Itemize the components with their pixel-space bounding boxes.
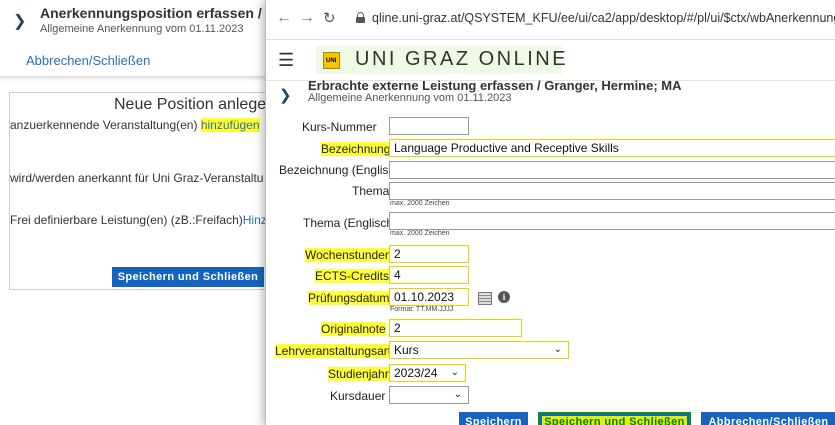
chevron-down-icon: ⌄ xyxy=(450,367,459,378)
forward-arrow-icon[interactable]: → xyxy=(299,9,315,27)
ects-credits-label: ECTS-Credits xyxy=(315,269,390,283)
add-course-link[interactable]: hinzufügen xyxy=(200,118,260,132)
kursdauer-label: Kursdauer xyxy=(330,389,386,403)
ects-credits-input[interactable]: 4 xyxy=(389,266,469,284)
background-title: Anerkennungsposition erfassen / Gr xyxy=(40,5,282,21)
kurs-nummer-input[interactable] xyxy=(389,117,469,135)
lehrveranstaltungsart-label: Lehrveranstaltungsart xyxy=(275,344,392,358)
free-achievement-line: Frei definierbare Leistung(en) (zB.:Frei… xyxy=(10,213,273,227)
thema-englisch-label: Thema (Englisch) xyxy=(303,216,398,230)
pruefungsdatum-input[interactable]: 01.10.2023 xyxy=(389,288,469,306)
save-and-close-button[interactable]: Speichern und Schließen xyxy=(538,412,691,425)
background-subtitle: Allgemeine Anerkennung vom 01.11.2023 xyxy=(40,23,244,35)
info-icon[interactable]: i xyxy=(498,291,510,303)
lehrveranstaltungsart-value: Kurs xyxy=(394,343,419,357)
lock-icon[interactable] xyxy=(356,12,365,23)
thema-label: Thema xyxy=(352,184,390,198)
studienjahr-label: Studienjahr xyxy=(328,367,389,381)
background-header: ❯ Anerkennungsposition erfassen / Gr All… xyxy=(0,0,282,44)
logo-text: UNI xyxy=(326,58,337,64)
page-subtitle: Allgemeine Anerkennung vom 01.11.2023 xyxy=(308,92,512,104)
background-cancel-link[interactable]: Abbrechen/Schließen xyxy=(26,53,150,68)
home-icon[interactable]: ❯ xyxy=(279,86,292,104)
reload-icon[interactable]: ↻ xyxy=(323,9,336,27)
thema-input[interactable] xyxy=(389,182,835,200)
kursdauer-select[interactable]: ⌄ xyxy=(389,386,469,404)
originalnote-input[interactable]: 2 xyxy=(389,319,522,337)
page-title: Erbrachte externe Leistung erfassen / Gr… xyxy=(308,78,682,93)
address-bar: ← → ↻ qline.uni-graz.at/QSYSTEM_KFU/ee/u… xyxy=(266,0,835,40)
recognized-for-line: wird/werden anerkannt für Uni Graz-Veran… xyxy=(10,171,264,185)
app-header: ☰ UNI UNI GRAZ ONLINE xyxy=(266,40,835,80)
studienjahr-select[interactable]: 2023/24 ⌄ xyxy=(389,364,466,382)
panel-heading: Neue Position anlegen xyxy=(114,96,276,113)
add-course-text: anzuerkennende Veranstaltung(en) xyxy=(10,118,201,132)
originalnote-label: Originalnote xyxy=(321,322,386,336)
uni-logo-icon[interactable]: UNI xyxy=(323,52,340,69)
background-save-close-button[interactable]: Speichern und Schließen xyxy=(112,267,264,287)
back-arrow-icon[interactable]: ← xyxy=(276,9,292,27)
thema-hint: max. 2000 Zeichen xyxy=(390,200,450,207)
cancel-close-button[interactable]: Abbrechen/Schließen xyxy=(701,412,835,425)
add-course-line: anzuerkennende Veranstaltung(en) hinzufü… xyxy=(10,118,260,132)
pruefungsdatum-hint: Format: TT.MM.JJJJ xyxy=(390,306,454,313)
thema-englisch-hint: max. 2000 Zeichen xyxy=(390,230,450,237)
pruefungsdatum-label: Prüfungsdatum xyxy=(308,291,390,305)
save-and-close-label: Speichern und Schließen xyxy=(542,416,687,425)
calendar-icon[interactable] xyxy=(478,292,492,305)
thema-englisch-input[interactable] xyxy=(389,212,835,230)
free-achievement-text: Frei definierbare Leistung(en) (zB.:Frei… xyxy=(10,213,243,227)
hamburger-menu-icon[interactable]: ☰ xyxy=(278,50,294,71)
chevron-down-icon: ⌄ xyxy=(553,344,562,355)
chevron-down-icon: ⌄ xyxy=(453,389,462,400)
bezeichnung-english-label: Bezeichnung (English) xyxy=(279,163,400,177)
wochenstunden-input[interactable]: 2 xyxy=(389,245,469,263)
kurs-nummer-label: Kurs-Nummer xyxy=(302,120,377,134)
bezeichnung-label: Bezeichnung xyxy=(321,142,391,156)
bezeichnung-input[interactable]: Language Productive and Receptive Skills xyxy=(389,139,835,157)
bezeichnung-english-input[interactable] xyxy=(389,161,835,179)
home-icon[interactable]: ❯ xyxy=(13,11,26,31)
page-header: ❯ Erbrachte externe Leistung erfassen / … xyxy=(266,78,835,110)
url-field[interactable]: qline.uni-graz.at/QSYSTEM_KFU/ee/ui/ca2/… xyxy=(372,11,835,25)
wochenstunden-label: Wochenstunden xyxy=(305,248,392,262)
lehrveranstaltungsart-select[interactable]: Kurs ⌄ xyxy=(389,341,569,359)
brand-title[interactable]: UNI GRAZ ONLINE xyxy=(355,48,568,71)
studienjahr-value: 2023/24 xyxy=(394,366,438,380)
browser-window: ← → ↻ qline.uni-graz.at/QSYSTEM_KFU/ee/u… xyxy=(265,0,835,425)
save-button[interactable]: Speichern xyxy=(459,412,528,425)
